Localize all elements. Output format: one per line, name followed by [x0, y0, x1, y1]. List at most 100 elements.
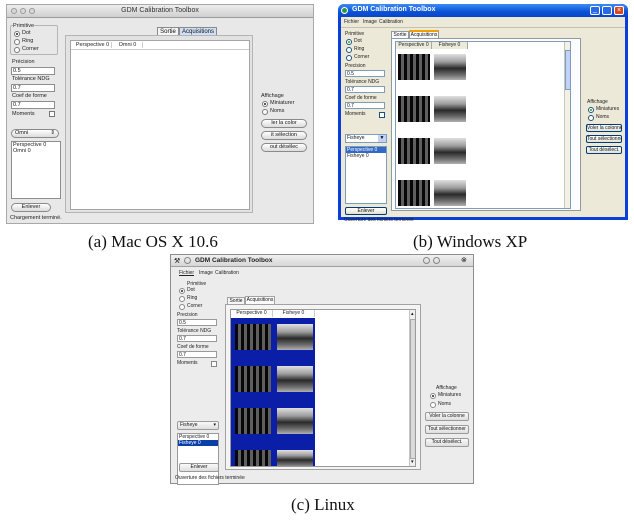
menu-calibration[interactable]: Calibration	[215, 270, 239, 276]
menu-fichier[interactable]: Fichier	[344, 19, 359, 25]
radio-ring-label: Ring	[22, 38, 34, 44]
mac-window: GDM Calibration Toolbox Primitive Dot Ri…	[6, 4, 314, 224]
camera-list[interactable]: Perspective 0 Fisheye 0	[345, 146, 387, 204]
menu-divider	[341, 27, 625, 28]
radio-ring[interactable]	[346, 47, 352, 53]
camera-select-value: Fisheye	[180, 422, 198, 428]
select-column-button[interactable]: Voler la colonne	[586, 124, 622, 132]
scroll-up-icon[interactable]: ▴	[411, 311, 414, 317]
radio-corner[interactable]	[179, 304, 185, 310]
deselect-all-button[interactable]: Tout désélect.	[586, 146, 622, 154]
thumbnail[interactable]	[277, 366, 313, 392]
list-item[interactable]: Omni 0	[12, 148, 60, 154]
tolerance-field[interactable]: 0.7	[11, 84, 55, 92]
moments-checkbox[interactable]	[379, 112, 385, 118]
thumbnail[interactable]	[277, 324, 313, 350]
list-item[interactable]: Fisheye 0	[346, 153, 386, 159]
radio-miniatures[interactable]	[430, 393, 436, 399]
radio-noms[interactable]	[262, 109, 268, 115]
radio-dot[interactable]	[14, 31, 20, 37]
thumbnail[interactable]	[398, 96, 430, 122]
minimize-icon[interactable]	[423, 257, 430, 264]
tolerance-label: Tolérance NDG	[12, 76, 50, 82]
menu-image[interactable]: Image	[199, 270, 213, 276]
tab-acquisitions[interactable]: Acquisitions	[409, 30, 439, 38]
select-column-button[interactable]: Voler la colonne	[425, 412, 469, 421]
thumbnail[interactable]	[434, 180, 466, 206]
radio-noms[interactable]	[588, 115, 594, 121]
list-item[interactable]: Fisheye 0	[178, 440, 218, 446]
thumbnail[interactable]	[235, 324, 271, 350]
form-field[interactable]: 0.7	[345, 102, 385, 109]
menu-fichier[interactable]: Fichier	[179, 270, 194, 276]
thumbnail[interactable]	[434, 96, 466, 122]
scroll-down-icon[interactable]: ▾	[411, 459, 414, 465]
radio-miniatures[interactable]	[262, 101, 268, 107]
thumbnail[interactable]	[235, 450, 271, 466]
select-all-button[interactable]: it sélection	[261, 131, 307, 140]
scrollbar-thumb[interactable]	[410, 319, 415, 459]
close-icon[interactable]: ×	[614, 6, 624, 15]
camera-select[interactable]: Fisheye ▼	[345, 134, 387, 143]
radio-dot[interactable]	[346, 39, 352, 45]
select-column-button[interactable]: ler la color	[261, 119, 307, 128]
radio-corner[interactable]	[346, 55, 352, 61]
header-divider	[71, 49, 249, 50]
radio-dot[interactable]	[179, 288, 185, 294]
select-all-button[interactable]: Tout sélectionner	[425, 425, 469, 434]
column-header[interactable]: Perspective 0	[396, 42, 432, 49]
sticky-icon[interactable]	[184, 257, 191, 264]
thumbnail[interactable]	[277, 408, 313, 434]
acquisitions-grid: Perspective 0 Omni 0	[70, 40, 250, 210]
menu-image[interactable]: Image	[363, 19, 377, 25]
column-header[interactable]: Omni 0	[113, 42, 143, 48]
deselect-all-button[interactable]: out désélec	[261, 143, 307, 152]
thumbnail[interactable]	[434, 138, 466, 164]
scrollbar-thumb[interactable]	[565, 50, 570, 90]
column-header[interactable]: Perspective 0	[231, 310, 273, 317]
status-bar: Ouverture des fichiers terminée	[175, 475, 245, 481]
moments-checkbox[interactable]	[211, 361, 217, 367]
radio-miniatures[interactable]	[588, 107, 594, 113]
thumbnail[interactable]	[235, 366, 271, 392]
camera-select[interactable]: Fisheye ▾	[177, 421, 219, 430]
tolerance-field[interactable]: 0.7	[177, 335, 217, 342]
tab-acquisitions[interactable]: Acquisitions	[245, 296, 275, 304]
deselect-all-button[interactable]: Tout désélect.	[425, 438, 469, 447]
column-header[interactable]: Fisheye 0	[273, 310, 315, 317]
thumbnail[interactable]	[235, 408, 271, 434]
column-header[interactable]: Perspective 0	[74, 42, 112, 48]
close-icon[interactable]: ⊗	[461, 256, 467, 264]
camera-list[interactable]: Perspective 0 Omni 0	[11, 141, 61, 199]
thumbnail[interactable]	[398, 54, 430, 80]
menu-calibration[interactable]: Calibration	[379, 19, 403, 25]
remove-button[interactable]: Enlever	[345, 207, 387, 215]
maximize-icon[interactable]	[602, 6, 612, 15]
precision-field[interactable]: 0.5	[11, 67, 55, 75]
radio-corner[interactable]	[14, 47, 20, 53]
maximize-icon[interactable]	[433, 257, 440, 264]
moments-checkbox[interactable]	[49, 111, 55, 117]
precision-field[interactable]: 0.5	[345, 70, 385, 77]
precision-field[interactable]: 0.5	[177, 319, 217, 326]
radio-ring[interactable]	[179, 296, 185, 302]
vertical-scrollbar[interactable]: ▴ ▾	[409, 310, 415, 466]
tolerance-field[interactable]: 0.7	[345, 86, 385, 93]
radio-noms[interactable]	[430, 402, 436, 408]
dropdown-arrow-icon[interactable]: ▼	[378, 135, 386, 142]
camera-select[interactable]: Omni ⇕	[11, 129, 59, 138]
form-field[interactable]: 0.7	[11, 101, 55, 109]
remove-button[interactable]: Enlever	[11, 203, 51, 212]
linux-window: ⚒ GDM Calibration Toolbox ⊗ Fichier Imag…	[170, 254, 474, 485]
thumbnail[interactable]	[398, 180, 430, 206]
select-all-button[interactable]: Tout sélectionner	[586, 135, 622, 143]
form-field[interactable]: 0.7	[177, 351, 217, 358]
remove-button[interactable]: Enlever	[179, 463, 219, 472]
thumbnail[interactable]	[434, 54, 466, 80]
thumbnail[interactable]	[398, 138, 430, 164]
column-header[interactable]: Fisheye 0	[432, 42, 468, 49]
vertical-scrollbar[interactable]	[564, 42, 570, 208]
radio-ring[interactable]	[14, 39, 20, 45]
thumbnail[interactable]	[277, 450, 313, 466]
minimize-icon[interactable]: _	[590, 6, 600, 15]
